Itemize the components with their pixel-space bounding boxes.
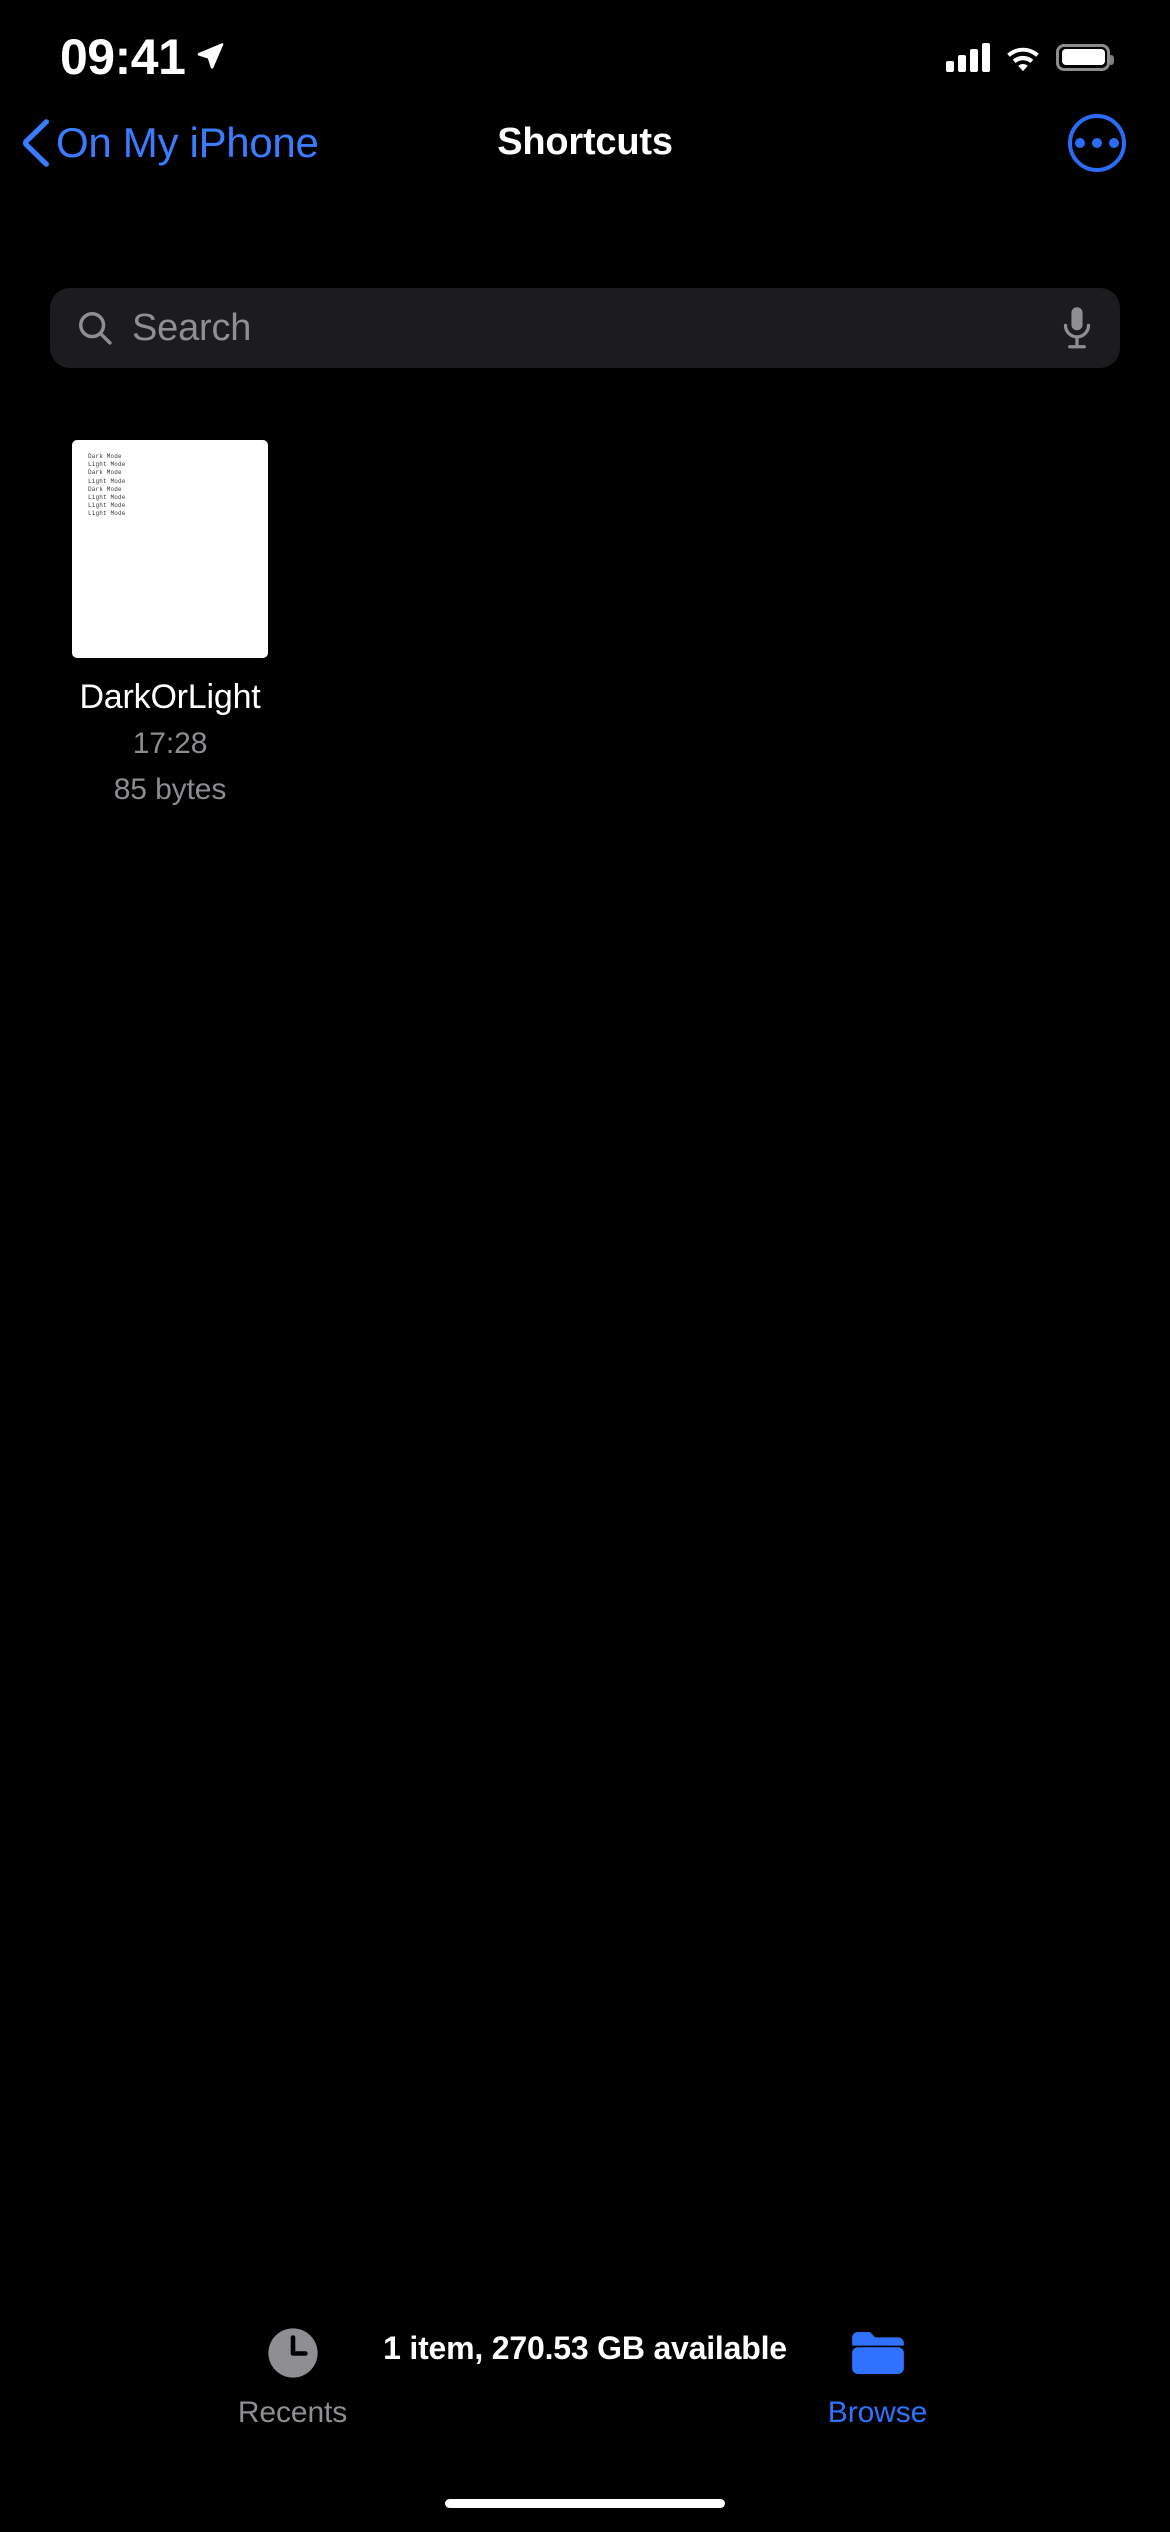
ellipsis-circle-icon[interactable] xyxy=(1068,113,1126,172)
status-bar-left: 09:41 xyxy=(60,32,225,82)
preview-line: Dark Mode xyxy=(88,453,122,460)
cellular-signal-icon xyxy=(946,42,990,72)
microphone-icon[interactable] xyxy=(1060,305,1094,351)
wifi-icon xyxy=(1007,47,1039,72)
file-grid: Dark Mode Light Mode Dark Mode Light Mod… xyxy=(0,440,1170,808)
file-item[interactable]: Dark Mode Light Mode Dark Mode Light Mod… xyxy=(48,440,292,808)
clock-icon xyxy=(264,2324,322,2382)
page-title: Shortcuts xyxy=(497,121,673,163)
preview-line: Dark Mode xyxy=(88,469,122,477)
navigation-bar: On My iPhone Shortcuts xyxy=(0,100,1170,185)
preview-line: Light Mode xyxy=(88,510,126,518)
tab-bar: Recents Browse xyxy=(0,2310,1170,2460)
preview-line: Dark Mode xyxy=(88,485,122,493)
home-indicator xyxy=(445,2499,725,2508)
status-bar-clock: 09:41 xyxy=(60,29,186,85)
preview-line: Light Mode xyxy=(88,494,126,502)
status-bar: 09:41 xyxy=(0,0,1170,100)
preview-line: Light Mode xyxy=(88,461,126,469)
location-arrow-icon xyxy=(198,43,224,69)
file-time: 17:28 xyxy=(132,727,208,761)
magnifying-glass-icon xyxy=(79,312,112,345)
battery-full-icon xyxy=(1056,43,1114,71)
status-bar-right xyxy=(946,42,1114,72)
tab-browse[interactable]: Browse xyxy=(585,2310,1170,2460)
preview-line: Light Mode xyxy=(88,502,126,510)
search-input[interactable]: Search xyxy=(50,288,1120,368)
file-name: DarkOrLight xyxy=(79,678,261,716)
preview-line: Light Mode xyxy=(88,477,126,485)
search-bar-container: Search xyxy=(50,288,1120,368)
files-app-screen: 09:41 On My iPhone Shortcuts Search Dark… xyxy=(0,0,1170,2532)
file-size: 85 bytes xyxy=(113,772,227,806)
file-thumbnail: Dark Mode Light Mode Dark Mode Light Mod… xyxy=(72,440,268,658)
folder-icon xyxy=(849,2324,907,2382)
search-placeholder: Search xyxy=(132,306,252,349)
tab-recents[interactable]: Recents xyxy=(0,2310,585,2460)
tab-recents-label: Recents xyxy=(237,2396,348,2429)
tab-browse-label: Browse xyxy=(827,2396,928,2429)
